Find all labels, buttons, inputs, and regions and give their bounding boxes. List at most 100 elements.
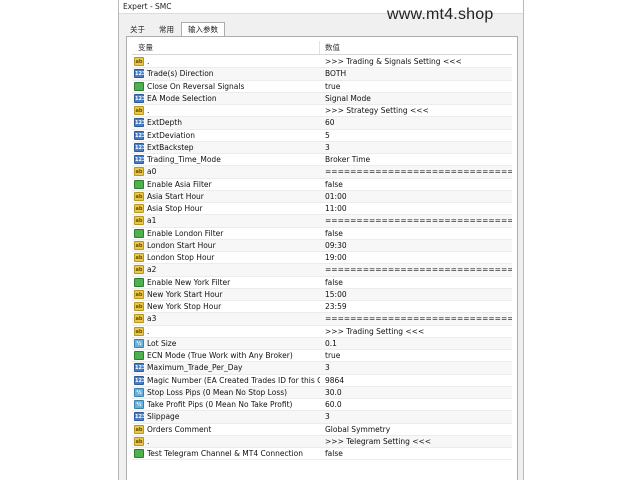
table-header: 变量 数值: [132, 41, 512, 55]
parameter-value[interactable]: 30.0: [320, 388, 512, 397]
parameter-name-cell: Enable Asia Filter: [132, 179, 320, 189]
table-row[interactable]: 123 Magic Number (EA Created Trades ID fo…: [132, 375, 512, 387]
column-header-value[interactable]: 数值: [320, 41, 340, 54]
tab-about[interactable]: 关于: [123, 22, 152, 36]
parameter-value[interactable]: 5: [320, 131, 512, 140]
parameter-name-cell: 123 ExtDeviation: [132, 130, 320, 140]
parameter-value[interactable]: 60.0: [320, 400, 512, 409]
table-row[interactable]: Enable Asia Filter false: [132, 179, 512, 191]
parameter-value[interactable]: false: [320, 229, 512, 238]
parameter-name-cell: ab a3: [132, 314, 320, 324]
table-row[interactable]: Test Telegram Channel & MT4 Connection fa…: [132, 448, 512, 461]
parameter-value[interactable]: >>> Telegram Setting <<<: [320, 437, 512, 446]
table-row[interactable]: 123 EA Mode Selection Signal Mode: [132, 92, 512, 105]
parameter-value[interactable]: >>> Trading & Signals Setting <<<: [320, 57, 512, 66]
parameter-value[interactable]: 11:00: [320, 204, 512, 213]
parameter-value[interactable]: ================================: [320, 167, 512, 176]
parameter-name-cell: ab Orders Comment: [132, 424, 320, 434]
table-row[interactable]: ECN Mode (True Work with Any Broker) true: [132, 350, 512, 363]
table-row[interactable]: ab New York Start Hour 15:00: [132, 288, 512, 301]
parameter-value[interactable]: false: [320, 449, 512, 458]
table-row[interactable]: 123 ExtDepth 60: [132, 117, 512, 130]
parameter-name: .: [147, 326, 150, 336]
parameter-name: a1: [147, 216, 157, 226]
table-row[interactable]: 123 Trade(s) Direction BOTH: [132, 68, 512, 81]
table-row[interactable]: ab a1 ================================: [132, 215, 512, 228]
parameter-value[interactable]: BOTH: [320, 69, 512, 78]
parameter-type-ul-icon: 123: [134, 93, 146, 103]
parameter-name: ExtDepth: [147, 118, 182, 128]
tab-common[interactable]: 常用: [152, 22, 181, 36]
table-row[interactable]: ½ Take Profit Pips (0 Mean No Take Profit…: [132, 399, 512, 412]
table-row[interactable]: ½ Stop Loss Pips (0 Mean No Stop Loss) 30.…: [132, 386, 512, 399]
parameter-value[interactable]: ================================: [320, 265, 512, 274]
parameter-type-int-icon: 123: [134, 412, 146, 422]
table-row[interactable]: ab Orders Comment Global Symmetry: [132, 424, 512, 436]
table-row[interactable]: 123 ExtBackstep 3: [132, 141, 512, 154]
parameter-name-cell: ab a1: [132, 216, 320, 226]
table-row[interactable]: 123 Slippage 3: [132, 411, 512, 424]
table-row[interactable]: Enable New York Filter false: [132, 277, 512, 289]
table-row[interactable]: ab a3 ================================: [132, 313, 512, 326]
parameter-name-cell: ab Asia Stop Hour: [132, 204, 320, 214]
parameter-value[interactable]: true: [320, 351, 512, 360]
table-row[interactable]: ab Asia Stop Hour 11:00: [132, 203, 512, 216]
parameter-value[interactable]: 09:30: [320, 241, 512, 250]
parameter-value[interactable]: ================================: [320, 216, 512, 225]
parameter-name-cell: 123 Magic Number (EA Created Trades ID fo…: [132, 375, 320, 385]
table-row[interactable]: ab. >>> Trading Setting <<<: [132, 326, 512, 338]
parameter-name-cell: ab Asia Start Hour: [132, 191, 320, 201]
parameter-value[interactable]: 3: [320, 143, 512, 152]
parameter-value[interactable]: 19:00: [320, 253, 512, 262]
parameter-value[interactable]: Signal Mode: [320, 94, 512, 103]
parameter-name: Enable Asia Filter: [147, 179, 212, 189]
parameter-value[interactable]: 3: [320, 412, 512, 421]
parameter-name-cell: ½ Lot Size: [132, 338, 320, 348]
parameter-table: ab. >>> Trading & Signals Setting <<< 123 T…: [132, 56, 512, 461]
table-row[interactable]: 123 ExtDeviation 5: [132, 130, 512, 142]
table-row[interactable]: 123 Trading_Time_Mode Broker Time: [132, 154, 512, 167]
parameter-value[interactable]: 23:59: [320, 302, 512, 311]
parameter-type-bool-icon: [134, 81, 144, 91]
table-row[interactable]: ab. >>> Strategy Setting <<<: [132, 105, 512, 118]
table-row[interactable]: ab Asia Start Hour 01:00: [132, 190, 512, 203]
parameter-name-cell: ab.: [132, 436, 320, 446]
parameter-value[interactable]: >>> Trading Setting <<<: [320, 327, 512, 336]
parameter-value[interactable]: false: [320, 180, 512, 189]
parameter-name: Orders Comment: [147, 424, 212, 434]
parameter-value[interactable]: true: [320, 82, 512, 91]
parameter-value[interactable]: 01:00: [320, 192, 512, 201]
parameter-type-ab-icon: ab: [134, 57, 144, 67]
parameter-value[interactable]: 15:00: [320, 290, 512, 299]
table-row[interactable]: Enable London Filter false: [132, 228, 512, 240]
parameter-type-dbl-icon: ½: [134, 387, 144, 397]
table-row[interactable]: ab London Stop Hour 19:00: [132, 252, 512, 265]
parameter-value[interactable]: 60: [320, 118, 512, 127]
table-row[interactable]: ab. >>> Trading & Signals Setting <<<: [132, 56, 512, 69]
table-row[interactable]: ab. >>> Telegram Setting <<<: [132, 435, 512, 448]
parameter-type-ul-icon: 123: [134, 155, 146, 165]
table-row[interactable]: Close On Reversal Signals true: [132, 81, 512, 93]
parameter-value[interactable]: >>> Strategy Setting <<<: [320, 106, 512, 115]
parameter-value[interactable]: ================================: [320, 314, 512, 323]
parameter-value[interactable]: 3: [320, 363, 512, 372]
table-row[interactable]: ½ Lot Size 0.1: [132, 337, 512, 350]
parameter-value[interactable]: 0.1: [320, 339, 512, 348]
parameter-name: Trading_Time_Mode: [147, 155, 221, 165]
parameter-value[interactable]: Broker Time: [320, 155, 512, 164]
table-row[interactable]: ab a0 ================================: [132, 166, 512, 179]
parameter-type-dbl-icon: ½: [134, 338, 144, 348]
table-row[interactable]: 123 Maximum_Trade_Per_Day 3: [132, 362, 512, 375]
table-row[interactable]: ab New York Stop Hour 23:59: [132, 301, 512, 314]
parameter-value[interactable]: false: [320, 278, 512, 287]
tab-inputs[interactable]: 输入参数: [181, 22, 225, 36]
column-header-variable[interactable]: 变量: [132, 41, 320, 54]
parameter-type-ab-icon: ab: [134, 253, 144, 263]
parameter-value[interactable]: 9864: [320, 376, 512, 385]
parameter-type-ul-icon: 123: [134, 69, 146, 79]
parameter-name: London Start Hour: [147, 240, 216, 250]
parameter-type-int-icon: 123: [134, 375, 146, 385]
table-row[interactable]: ab a2 ================================: [132, 264, 512, 277]
table-row[interactable]: ab London Start Hour 09:30: [132, 239, 512, 252]
parameter-value[interactable]: Global Symmetry: [320, 425, 512, 434]
